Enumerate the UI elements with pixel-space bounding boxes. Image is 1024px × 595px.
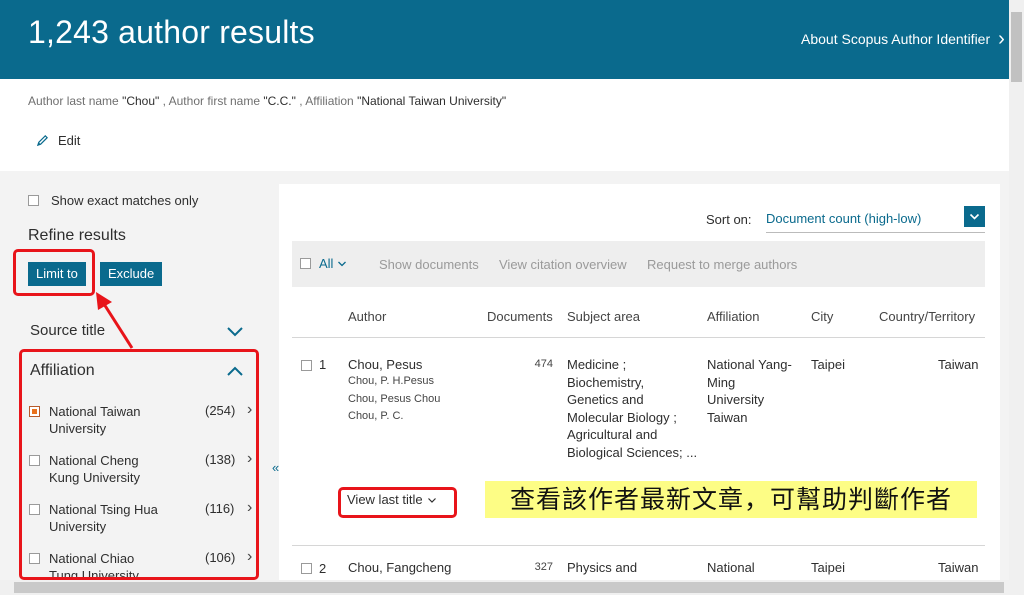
select-all-label[interactable]: All bbox=[319, 256, 333, 271]
subject-area-line: Biochemistry, bbox=[567, 374, 645, 390]
column-header-affiliation[interactable]: Affiliation bbox=[707, 309, 760, 324]
row-checkbox[interactable] bbox=[301, 360, 312, 371]
view-citation-overview-link[interactable]: View citation overview bbox=[499, 257, 627, 272]
subject-area-line: Medicine ; bbox=[567, 357, 627, 372]
affiliation-line: University bbox=[707, 392, 765, 407]
author-alias: Chou, P. H.Pesus bbox=[348, 375, 435, 387]
horizontal-scrollbar-thumb[interactable] bbox=[14, 582, 1004, 593]
annotation-note: 查看該作者最新文章，可幫助判斷作者 bbox=[485, 481, 977, 518]
show-documents-link[interactable]: Show documents bbox=[379, 257, 479, 272]
chevron-right-icon: › bbox=[998, 28, 1005, 50]
affiliation-line: Ming bbox=[707, 374, 736, 390]
country-cell: Taiwan bbox=[938, 357, 979, 372]
annotation-arrow-icon bbox=[96, 292, 134, 349]
affiliation-line: Taiwan bbox=[707, 409, 748, 425]
vertical-scrollbar[interactable] bbox=[1009, 0, 1024, 580]
sort-dropdown-button[interactable] bbox=[964, 206, 985, 227]
exact-matches-checkbox[interactable] bbox=[28, 195, 39, 206]
affiliation-cell: National Yang- Ming University Taiwan bbox=[707, 356, 792, 426]
limit-to-highlight-box bbox=[13, 249, 95, 296]
column-header-city[interactable]: City bbox=[811, 309, 833, 324]
edit-label: Edit bbox=[58, 133, 81, 148]
column-header-subject-area[interactable]: Subject area bbox=[567, 309, 640, 324]
exclude-button[interactable]: Exclude bbox=[100, 262, 163, 286]
city-cell: Taipei bbox=[811, 357, 845, 372]
request-merge-authors-link[interactable]: Request to merge authors bbox=[647, 257, 797, 272]
document-count-link[interactable]: 474 bbox=[520, 356, 553, 374]
sort-label: Sort on: bbox=[706, 212, 752, 227]
subject-area-line: Physics and bbox=[567, 560, 638, 575]
exact-matches-toggle[interactable]: Show exact matches only bbox=[28, 193, 198, 208]
row-checkbox[interactable] bbox=[301, 563, 312, 574]
select-all-control[interactable]: All bbox=[300, 256, 347, 271]
affiliation-label: , Affiliation bbox=[299, 94, 354, 108]
refine-results-heading: Refine results bbox=[28, 227, 126, 244]
search-query-panel bbox=[0, 79, 1009, 171]
row-index: 1 bbox=[319, 357, 327, 372]
subject-area-line: Molecular Biology ; bbox=[567, 409, 677, 425]
page-title: 1,243 author results bbox=[28, 14, 315, 50]
select-all-checkbox[interactable] bbox=[300, 258, 311, 269]
subject-area-line: Agricultural and bbox=[567, 427, 658, 442]
first-name-value: "C.C." bbox=[263, 94, 296, 108]
column-header-documents[interactable]: Documents bbox=[487, 309, 553, 324]
affiliation-line: National Yang- bbox=[707, 357, 792, 372]
edit-search-button[interactable]: Edit bbox=[36, 133, 80, 148]
subject-area-line: Biological Sciences; ... bbox=[567, 444, 698, 460]
affiliation-value: "National Taiwan University" bbox=[357, 94, 507, 108]
about-author-identifier-link[interactable]: About Scopus Author Identifier › bbox=[801, 28, 1005, 50]
chevron-down-icon[interactable] bbox=[337, 259, 347, 269]
document-count-link[interactable]: 327 bbox=[520, 559, 553, 577]
country-cell: Taiwan bbox=[938, 560, 979, 575]
author-name-link[interactable]: Chou, Pesus bbox=[348, 356, 422, 374]
author-name-link[interactable]: Chou, Fangcheng bbox=[348, 559, 451, 577]
sort-select[interactable]: Document count (high-low) bbox=[766, 211, 985, 233]
view-last-title-highlight-box bbox=[338, 487, 457, 518]
table-divider bbox=[292, 545, 985, 546]
first-name-label: , Author first name bbox=[162, 94, 261, 108]
author-alias: Chou, Pesus Chou bbox=[348, 393, 441, 405]
table-divider bbox=[292, 337, 985, 338]
pencil-icon bbox=[36, 135, 48, 147]
about-link-label: About Scopus Author Identifier bbox=[801, 31, 991, 47]
vertical-scrollbar-thumb[interactable] bbox=[1011, 12, 1022, 82]
subject-area-line: Genetics and bbox=[567, 392, 644, 407]
row-index: 2 bbox=[319, 561, 327, 576]
column-header-country[interactable]: Country/Territory bbox=[879, 309, 975, 324]
affiliation-line: National bbox=[707, 560, 755, 575]
subject-area-cell: Medicine ; Biochemistry, Genetics and Mo… bbox=[567, 356, 697, 461]
exact-matches-label: Show exact matches only bbox=[51, 193, 199, 208]
last-name-value: "Chou" bbox=[122, 94, 160, 108]
city-cell: Taipei bbox=[811, 560, 845, 575]
last-name-label: Author last name bbox=[28, 94, 119, 108]
affiliation-highlight-box bbox=[19, 349, 259, 580]
search-query-summary: Author last name "Chou" , Author first n… bbox=[28, 94, 506, 108]
column-header-author[interactable]: Author bbox=[348, 309, 386, 324]
author-alias: Chou, P. C. bbox=[348, 410, 404, 422]
chevron-down-icon bbox=[969, 213, 980, 220]
chevron-down-icon[interactable] bbox=[226, 322, 244, 340]
